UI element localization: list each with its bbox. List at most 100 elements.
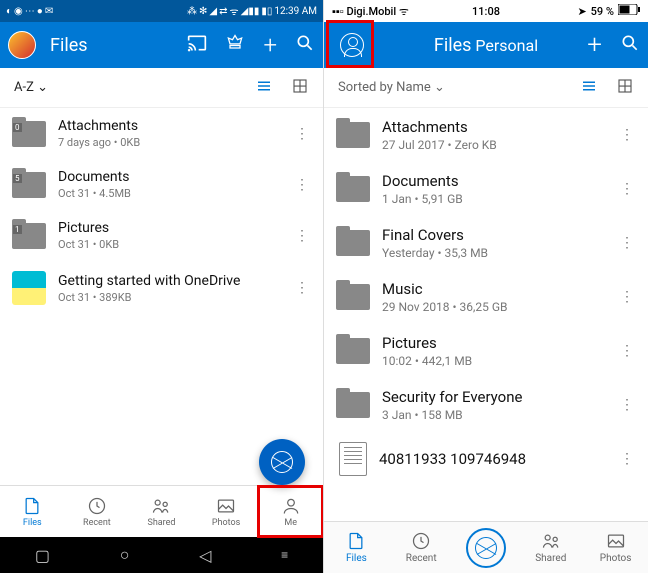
list-item[interactable]: 40811933 109746948 ⋮ xyxy=(324,432,648,486)
folder-icon xyxy=(336,122,370,148)
file-list: Attachments27 Jul 2017 • Zero KB⋮Documen… xyxy=(324,108,648,521)
more-icon[interactable]: ⋮ xyxy=(293,177,311,193)
list-item[interactable]: Attachments 27 Jul 2017 • Zero KB ⋮ xyxy=(324,108,648,162)
folder-icon xyxy=(336,284,370,310)
item-meta: 10:02 • 442,1 MB xyxy=(382,354,606,368)
photos-icon xyxy=(606,531,626,551)
recent-apps-icon[interactable]: ▢ xyxy=(35,546,50,565)
item-meta: 27 Jul 2017 • Zero KB xyxy=(382,138,606,152)
status-time: 11:08 xyxy=(472,5,500,18)
item-name: Getting started with OneDrive xyxy=(58,273,281,289)
list-view-icon[interactable] xyxy=(580,77,598,99)
more-icon[interactable]: ⋮ xyxy=(618,181,636,197)
more-icon[interactable]: ⋮ xyxy=(293,228,311,244)
bottom-nav: Files RecentShared Photos Me xyxy=(0,485,323,537)
grid-view-icon[interactable] xyxy=(291,77,309,99)
list-view-icon[interactable] xyxy=(255,77,273,99)
nav-label: Shared xyxy=(535,553,566,564)
more-icon[interactable]: ⋮ xyxy=(618,343,636,359)
list-item[interactable]: 5DocumentsOct 31 • 4.5MB⋮ xyxy=(0,159,323,210)
item-name: Attachments xyxy=(58,118,281,134)
item-meta: Yesterday • 35,3 MB xyxy=(382,246,606,260)
add-icon[interactable]: + xyxy=(263,31,277,59)
folder-icon: 5 xyxy=(12,172,46,198)
status-time: 12:39 AM xyxy=(274,6,317,17)
nav-label: Files xyxy=(23,518,42,528)
app-header: Files + xyxy=(0,22,323,68)
more-icon[interactable]: ⋮ xyxy=(618,127,636,143)
list-item[interactable]: Security for Everyone3 Jan • 158 MB⋮ xyxy=(324,378,648,432)
item-name: Attachments xyxy=(382,118,606,136)
item-name: Pictures xyxy=(382,334,606,352)
item-meta: Oct 31 • 389KB xyxy=(58,291,281,304)
home-icon[interactable]: ○ xyxy=(120,545,130,565)
page-title: Files xyxy=(434,35,472,56)
sort-button[interactable]: Sorted by Name ⌄ xyxy=(338,80,445,95)
photos-icon xyxy=(216,496,236,516)
nav-shared[interactable]: Shared xyxy=(518,522,583,573)
nav-label: Files xyxy=(346,553,367,564)
files-icon xyxy=(22,496,42,516)
app-header: Files Personal + xyxy=(324,22,648,68)
more-icon[interactable]: ⋮ xyxy=(293,280,311,296)
list-item[interactable]: Getting started with OneDrive Oct 31 • 38… xyxy=(0,261,323,315)
list-item[interactable]: Documents1 Jan • 5,91 GB⋮ xyxy=(324,162,648,216)
list-item[interactable]: Music29 Nov 2018 • 36,25 GB⋮ xyxy=(324,270,648,324)
file-icon xyxy=(339,442,367,476)
nav-recent[interactable]: Recent xyxy=(389,522,454,573)
profile-icon[interactable] xyxy=(340,33,364,57)
nav-files[interactable]: Files xyxy=(0,486,65,537)
ios-status-bar: ▪▪▫ Digi.Mobil ᯤ 11:08 ➤ 59 % xyxy=(324,0,648,22)
search-icon[interactable] xyxy=(620,33,640,58)
nav-shared[interactable]: Shared xyxy=(129,486,194,537)
item-meta: 29 Nov 2018 • 36,25 GB xyxy=(382,300,606,314)
chevron-down-icon: ⌄ xyxy=(37,80,48,95)
grid-view-icon[interactable] xyxy=(616,77,634,99)
item-name: 40811933 109746948 xyxy=(379,450,606,468)
nav-camera[interactable] xyxy=(454,522,519,573)
more-icon[interactable]: ⋮ xyxy=(618,235,636,251)
item-meta: Oct 31 • 4.5MB xyxy=(58,187,281,200)
nav-label: Photos xyxy=(212,518,240,528)
scan-fab[interactable] xyxy=(259,439,305,485)
item-name: Final Covers xyxy=(382,226,606,244)
menu-icon[interactable]: ≡ xyxy=(281,548,288,562)
list-item[interactable]: 1PicturesOct 31 • 0KB⋮ xyxy=(0,210,323,261)
list-item[interactable]: Final Covers Yesterday • 35,3 MB ⋮ xyxy=(324,216,648,270)
nav-me[interactable]: Me xyxy=(258,486,323,537)
nav-files[interactable]: Files xyxy=(324,522,389,573)
add-icon[interactable]: + xyxy=(587,30,602,60)
search-icon[interactable] xyxy=(295,33,315,58)
toolbar: A-Z ⌄ xyxy=(0,68,323,108)
file-list: 0Attachments7 days ago • 0KB⋮5DocumentsO… xyxy=(0,108,323,485)
files-icon xyxy=(346,531,366,551)
nav-photos[interactable]: Photos xyxy=(583,522,648,573)
more-icon[interactable]: ⋮ xyxy=(618,397,636,413)
cast-icon[interactable] xyxy=(187,33,207,58)
item-meta: Oct 31 • 0KB xyxy=(58,238,281,251)
nav-photos[interactable]: Photos xyxy=(194,486,259,537)
more-icon[interactable]: ⋮ xyxy=(618,289,636,305)
folder-icon xyxy=(336,338,370,364)
avatar[interactable] xyxy=(8,31,36,59)
android-sys-nav: ▢ ○ ◁ ≡ xyxy=(0,537,323,573)
location-icon: ➤ xyxy=(577,5,586,18)
file-thumb xyxy=(12,271,46,305)
carrier-label: Digi.Mobil xyxy=(346,5,396,18)
more-icon[interactable]: ⋮ xyxy=(293,126,311,142)
me-icon xyxy=(281,496,301,516)
recent-icon xyxy=(411,531,431,551)
page-subtitle: Personal xyxy=(475,36,538,55)
battery-pct: 59 % xyxy=(591,5,614,18)
item-meta: 7 days ago • 0KB xyxy=(58,136,281,149)
premium-icon[interactable] xyxy=(225,33,245,58)
nav-recent[interactable]: Recent xyxy=(65,486,130,537)
list-item[interactable]: Pictures 10:02 • 442,1 MB ⋮ xyxy=(324,324,648,378)
more-icon[interactable]: ⋮ xyxy=(618,451,636,467)
sort-button[interactable]: A-Z ⌄ xyxy=(14,80,48,95)
item-name: Security for Everyone xyxy=(382,388,606,406)
list-item[interactable]: 0Attachments7 days ago • 0KB⋮ xyxy=(0,108,323,159)
aperture-icon xyxy=(475,537,497,559)
back-icon[interactable]: ◁ xyxy=(199,546,211,565)
recent-icon xyxy=(87,496,107,516)
